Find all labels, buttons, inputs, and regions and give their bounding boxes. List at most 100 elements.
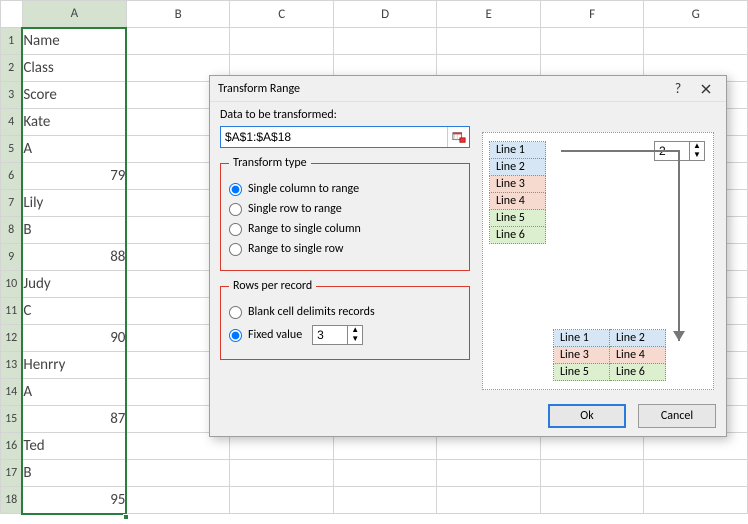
cell-A15[interactable]: 87 <box>22 406 126 433</box>
cell-C17[interactable] <box>230 460 334 487</box>
cell-F17[interactable] <box>540 460 643 487</box>
ok-button[interactable]: Ok <box>548 404 626 428</box>
row-header-2[interactable]: 2 <box>1 55 23 82</box>
cell-A7[interactable]: Lily <box>22 190 126 217</box>
cell-F18[interactable] <box>540 487 643 514</box>
cell-E17[interactable] <box>437 460 540 487</box>
row-header-11[interactable]: 11 <box>1 298 23 325</box>
row-header-14[interactable]: 14 <box>1 379 23 406</box>
cell-A9[interactable]: 88 <box>22 244 126 271</box>
cell-A4[interactable]: Kate <box>22 109 126 136</box>
range-input-wrap <box>220 126 470 148</box>
fixed-value-input[interactable] <box>313 326 347 344</box>
cell-B1[interactable] <box>126 28 230 55</box>
range-picker-button[interactable] <box>447 127 469 147</box>
pv-res-12: Line 2 <box>610 330 666 347</box>
cancel-label: Cancel <box>661 409 693 423</box>
row-header-10[interactable]: 10 <box>1 271 23 298</box>
cell-A18[interactable]: 95 <box>22 487 126 514</box>
row-header-18[interactable]: 18 <box>1 487 23 514</box>
row-header-5[interactable]: 5 <box>1 136 23 163</box>
cell-A1[interactable]: Name <box>22 28 126 55</box>
cell-E18[interactable] <box>437 487 540 514</box>
ok-label: Ok <box>580 409 593 423</box>
opt-blank-delimits[interactable]: Blank cell delimits records <box>229 305 461 319</box>
row-header-16[interactable]: 16 <box>1 433 23 460</box>
cell-C18[interactable] <box>230 487 334 514</box>
cell-A13[interactable]: Henrry <box>22 352 126 379</box>
cell-B18[interactable] <box>126 487 230 514</box>
row-header-8[interactable]: 8 <box>1 217 23 244</box>
pv-spin-down[interactable]: ▼ <box>690 151 704 160</box>
cell-A12[interactable]: 90 <box>22 325 126 352</box>
opt-range-to-row[interactable]: Range to single row <box>229 242 461 256</box>
col-header-D[interactable]: D <box>333 1 437 28</box>
close-button[interactable] <box>692 79 720 99</box>
pv-res-32: Line 6 <box>610 364 666 381</box>
cell-B17[interactable] <box>126 460 230 487</box>
row-header-13[interactable]: 13 <box>1 352 23 379</box>
transform-type-group: Transform type Single column to range Si… <box>220 156 470 271</box>
cell-A3[interactable]: Score <box>22 82 126 109</box>
row-header-1[interactable]: 1 <box>1 28 23 55</box>
col-header-B[interactable]: B <box>126 1 230 28</box>
pv-src-1: Line 1 <box>490 142 546 159</box>
cell-A6[interactable]: 79 <box>22 163 126 190</box>
pv-res-31: Line 5 <box>554 364 610 381</box>
range-input[interactable] <box>221 127 447 147</box>
cell-G18[interactable] <box>644 487 748 514</box>
fill-handle[interactable] <box>123 514 129 520</box>
spin-down[interactable]: ▼ <box>348 335 362 344</box>
cell-G17[interactable] <box>644 460 748 487</box>
cell-A14[interactable]: A <box>22 379 126 406</box>
cell-A11[interactable]: C <box>22 298 126 325</box>
cell-G1[interactable] <box>644 28 748 55</box>
row-header-17[interactable]: 17 <box>1 460 23 487</box>
radio-col2range[interactable] <box>229 183 242 196</box>
row-header-7[interactable]: 7 <box>1 190 23 217</box>
col-header-A[interactable]: A <box>22 1 126 28</box>
cell-D18[interactable] <box>333 487 437 514</box>
select-all-corner[interactable] <box>1 1 23 28</box>
col-header-G[interactable]: G <box>644 1 748 28</box>
opt-fixed-value[interactable]: Fixed value <box>229 328 302 342</box>
cancel-button[interactable]: Cancel <box>638 404 716 428</box>
row-header-9[interactable]: 9 <box>1 244 23 271</box>
row-header-4[interactable]: 4 <box>1 109 23 136</box>
col-header-C[interactable]: C <box>230 1 334 28</box>
cell-A10[interactable]: Judy <box>22 271 126 298</box>
cell-A16[interactable]: Ted <box>22 433 126 460</box>
row-header-15[interactable]: 15 <box>1 406 23 433</box>
cell-A2[interactable]: Class <box>22 55 126 82</box>
opt-single-col-to-range[interactable]: Single column to range <box>229 182 461 196</box>
opt-range2col-label: Range to single column <box>248 222 361 236</box>
cell-A8[interactable]: B <box>22 217 126 244</box>
cell-A17[interactable]: B <box>22 460 126 487</box>
opt-range-to-col[interactable]: Range to single column <box>229 222 461 236</box>
opt-single-row-to-range[interactable]: Single row to range <box>229 202 461 216</box>
row-header-12[interactable]: 12 <box>1 325 23 352</box>
cell-F1[interactable] <box>540 28 643 55</box>
dialog-titlebar[interactable]: Transform Range ? <box>210 76 726 102</box>
radio-range2col[interactable] <box>229 223 242 236</box>
transform-type-legend: Transform type <box>229 156 311 170</box>
col-header-F[interactable]: F <box>540 1 643 28</box>
cell-C1[interactable] <box>230 28 334 55</box>
row-header-3[interactable]: 3 <box>1 82 23 109</box>
cell-E1[interactable] <box>437 28 540 55</box>
radio-blank[interactable] <box>229 306 242 319</box>
pv-src-3: Line 3 <box>490 176 546 193</box>
radio-row2range[interactable] <box>229 203 242 216</box>
cell-D17[interactable] <box>333 460 437 487</box>
rows-per-record-group: Rows per record Blank cell delimits reco… <box>220 279 470 360</box>
col-header-E[interactable]: E <box>437 1 540 28</box>
radio-range2row[interactable] <box>229 243 242 256</box>
close-icon <box>701 84 711 94</box>
radio-fixed[interactable] <box>229 329 242 342</box>
row-header-6[interactable]: 6 <box>1 163 23 190</box>
cell-D1[interactable] <box>333 28 437 55</box>
range-picker-icon <box>452 130 466 144</box>
help-button[interactable]: ? <box>664 79 692 99</box>
cell-A5[interactable]: A <box>22 136 126 163</box>
fixed-value-spinner[interactable]: ▲ ▼ <box>312 325 363 345</box>
